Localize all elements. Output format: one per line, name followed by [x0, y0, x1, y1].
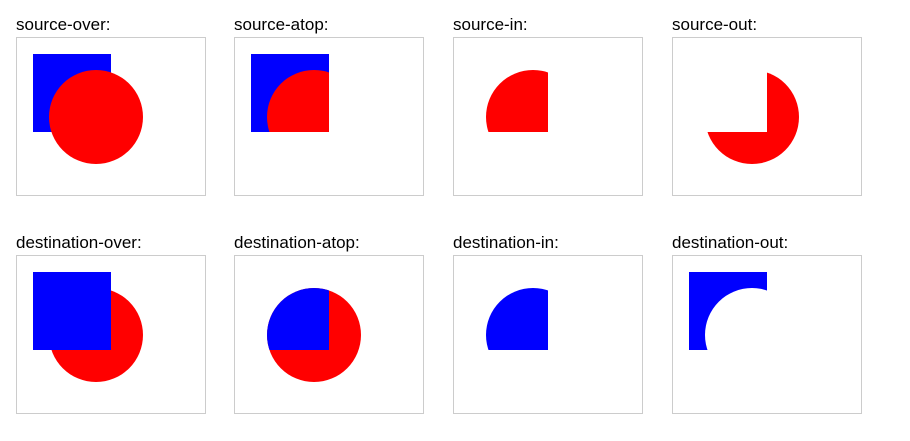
canvas-source-atop	[251, 54, 329, 132]
canvas-source-over	[33, 54, 143, 164]
source-circle	[486, 70, 548, 132]
mode-label: source-in:	[453, 15, 528, 34]
destination-square	[33, 272, 111, 350]
canvas-source-out	[705, 70, 799, 164]
canvas-frame	[16, 37, 206, 196]
destination-square	[486, 288, 548, 350]
mode-label: destination-over:	[16, 233, 142, 252]
mode-label: destination-atop:	[234, 233, 360, 252]
canvas-destination-over	[33, 272, 143, 382]
canvas-frame	[453, 37, 643, 196]
source-circle	[267, 70, 329, 132]
canvas-destination-atop	[267, 288, 361, 382]
canvas-destination-out	[689, 272, 767, 350]
canvas-destination-in	[486, 288, 548, 350]
mode-label: source-out:	[672, 15, 758, 34]
mode-label: source-over:	[16, 15, 111, 34]
canvas-frame	[453, 255, 643, 414]
canvas-frame	[672, 255, 862, 414]
mode-label: destination-out:	[672, 233, 789, 252]
canvas-frame	[234, 255, 424, 414]
mode-label: source-atop:	[234, 15, 329, 34]
destination-square	[267, 288, 329, 350]
canvas-frame	[672, 37, 862, 196]
source-circle	[705, 70, 799, 164]
mode-label: destination-in:	[453, 233, 559, 252]
canvas-frame	[16, 255, 206, 414]
destination-square	[689, 272, 767, 350]
canvas-source-in	[486, 70, 548, 132]
source-circle	[49, 70, 143, 164]
canvas-frame	[234, 37, 424, 196]
